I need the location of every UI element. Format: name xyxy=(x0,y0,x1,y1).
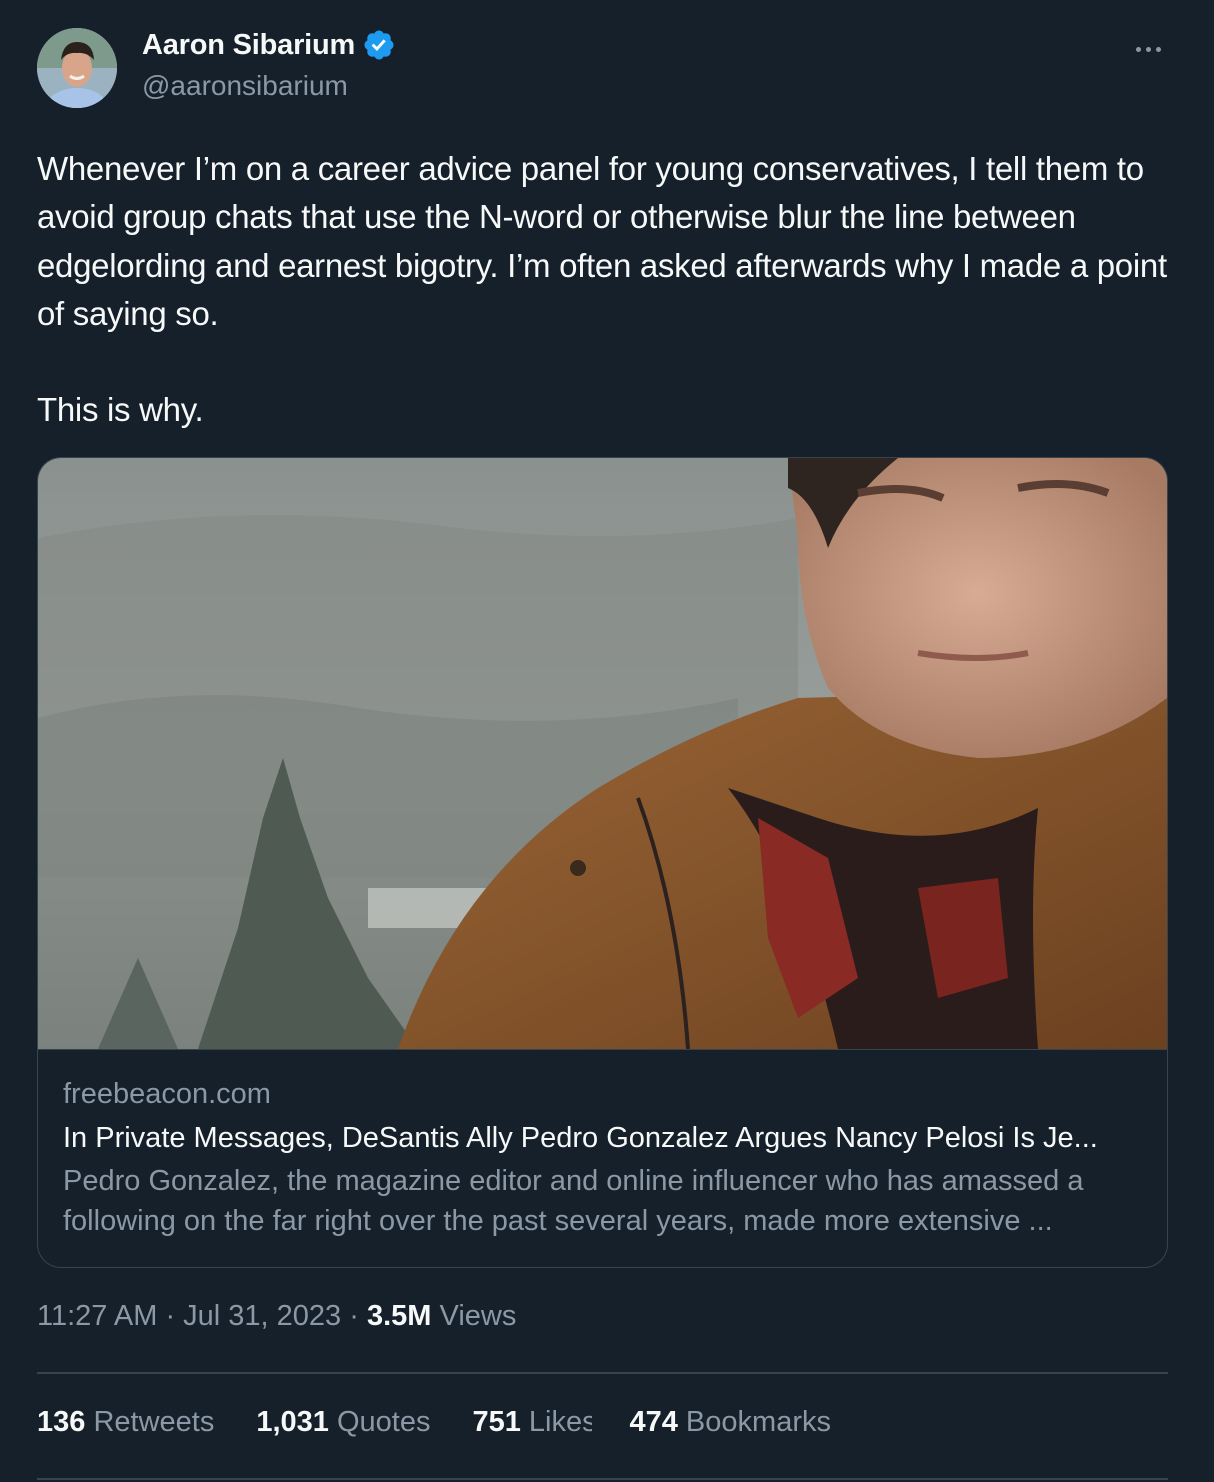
quotes-count: 1,031 xyxy=(256,1406,329,1438)
avatar-image xyxy=(37,28,117,108)
engagement-stats: 136 Retweets 1,031 Quotes 751 Likes 474 … xyxy=(37,1406,831,1439)
divider xyxy=(37,1478,1168,1480)
link-card-image xyxy=(38,458,1167,1050)
likes-stat[interactable]: 751 Likes xyxy=(472,1406,592,1439)
verified-badge-icon xyxy=(362,28,396,62)
retweets-count: 136 xyxy=(37,1406,86,1438)
more-dot xyxy=(1135,46,1141,52)
author-name-row: Aaron Sibarium xyxy=(142,28,396,62)
meta-separator: · xyxy=(157,1300,184,1332)
link-card-description: Pedro Gonzalez, the magazine editor and … xyxy=(63,1165,1084,1237)
tweet-time[interactable]: 11:27 AM xyxy=(37,1300,157,1332)
retweets-stat[interactable]: 136 Retweets xyxy=(37,1406,214,1439)
tweet-date[interactable]: Jul 31, 2023 xyxy=(183,1300,341,1332)
quotes-stat[interactable]: 1,031 Quotes xyxy=(256,1406,430,1439)
retweets-label: Retweets xyxy=(85,1406,215,1438)
views-label: Views xyxy=(431,1300,517,1332)
quotes-label: Quotes xyxy=(328,1406,431,1438)
more-dot xyxy=(1155,46,1161,52)
more-dot xyxy=(1145,46,1151,52)
tweet-text: Whenever I’m on a career advice panel fo… xyxy=(37,150,1167,429)
likes-count: 751 xyxy=(472,1406,521,1438)
views-count: 3.5M xyxy=(366,1300,432,1332)
bookmarks-count: 474 xyxy=(629,1406,678,1438)
author-handle[interactable]: @aaronsibarium xyxy=(142,70,348,102)
author-display-name[interactable]: Aaron Sibarium xyxy=(142,29,355,62)
avatar[interactable] xyxy=(37,28,117,108)
bookmarks-stat[interactable]: 474 Bookmarks xyxy=(629,1406,831,1439)
divider xyxy=(37,1372,1168,1374)
meta-separator: · xyxy=(341,1300,367,1332)
likes-label: Likes xyxy=(520,1406,593,1438)
link-card-domain: freebeacon.com xyxy=(63,1078,271,1110)
more-horizontal-icon[interactable] xyxy=(1128,34,1168,64)
tweet: Aaron Sibarium @aaronsibarium Whenever I… xyxy=(0,0,1214,1482)
link-card-title: In Private Messages, DeSantis Ally Pedro… xyxy=(63,1122,1098,1154)
bookmarks-label: Bookmarks xyxy=(677,1406,831,1438)
link-card[interactable]: freebeacon.com In Private Messages, DeSa… xyxy=(37,457,1168,1268)
link-card-body: freebeacon.com In Private Messages, DeSa… xyxy=(63,1073,1153,1241)
tweet-meta: 11:27 AM · Jul 31, 2023 · 3.5M Views xyxy=(37,1300,516,1333)
